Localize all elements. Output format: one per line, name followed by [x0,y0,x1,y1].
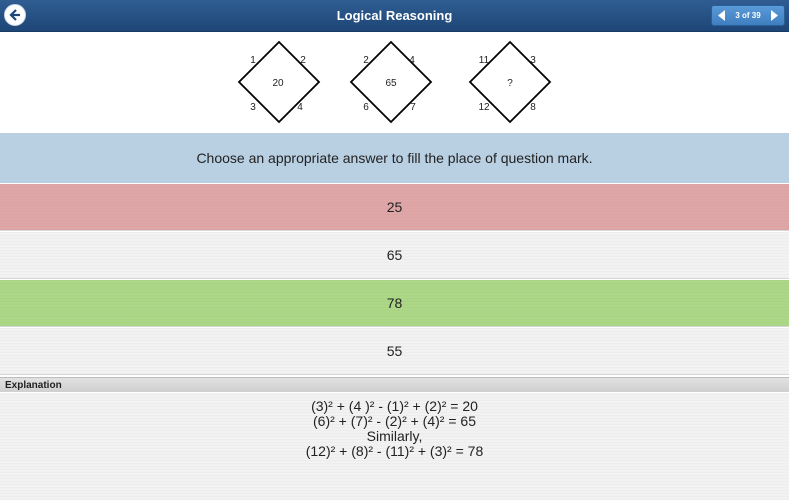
answer-option-4[interactable]: 55 [0,328,789,375]
next-arrow-icon [771,10,778,21]
figure-2-top-right: 4 [409,55,415,66]
explanation-line-2: (6)² + (7)² - (2)² + (4)² = 65 [313,413,476,429]
question-counter: 3 of 39 [735,11,761,20]
page-title: Logical Reasoning [336,8,453,23]
next-question-button[interactable] [766,6,782,25]
figure-3-bottom-left: 12 [478,102,490,113]
answer-option-3[interactable]: 78 [0,280,789,327]
figure-2-center: 65 [385,78,397,89]
figure-1-center: 20 [272,78,284,89]
prev-question-button[interactable] [714,6,730,25]
figure-2-bottom-left: 6 [363,102,369,113]
figure-3-top-right: 3 [530,55,536,66]
figure-1-bottom-right: 4 [297,102,303,113]
explanation-line-1: (3)² + (4 )² - (1)² + (2)² = 20 [311,398,478,414]
figure-2-top-left: 2 [363,55,369,66]
figure-3-center: ? [507,78,513,89]
top-bar: Logical Reasoning 3 of 39 [0,0,789,32]
diamond-figure-2: 2 4 65 6 7 [349,40,433,124]
prev-arrow-icon [718,10,725,21]
puzzle-figure: 1 2 20 3 4 2 4 65 6 7 11 3 ? 12 8 [0,32,789,132]
explanation-header: Explanation [0,377,789,392]
figure-2-bottom-right: 7 [410,102,416,113]
figure-3-bottom-right: 8 [530,102,536,113]
diamond-figure-1: 1 2 20 3 4 [237,40,321,124]
figure-1-bottom-left: 3 [250,102,256,113]
figure-1-top-left: 1 [250,55,256,66]
explanation-body: (3)² + (4 )² - (1)² + (2)² = 20 (6)² + (… [0,393,789,500]
diamond-figure-3: 11 3 ? 12 8 [468,40,552,124]
figure-3-top-left: 11 [479,55,490,66]
explanation-line-4: (12)² + (8)² - (11)² + (3)² = 78 [305,443,484,459]
figure-1-top-right: 2 [300,55,306,66]
answer-option-2[interactable]: 65 [0,232,789,279]
question-text: Choose an appropriate answer to fill the… [0,133,789,183]
back-arrow-icon [9,9,20,21]
back-button[interactable] [4,4,26,26]
answer-option-1[interactable]: 25 [0,184,789,231]
explanation-line-3: Similarly, [366,428,423,444]
question-pager: 3 of 39 [711,5,785,26]
